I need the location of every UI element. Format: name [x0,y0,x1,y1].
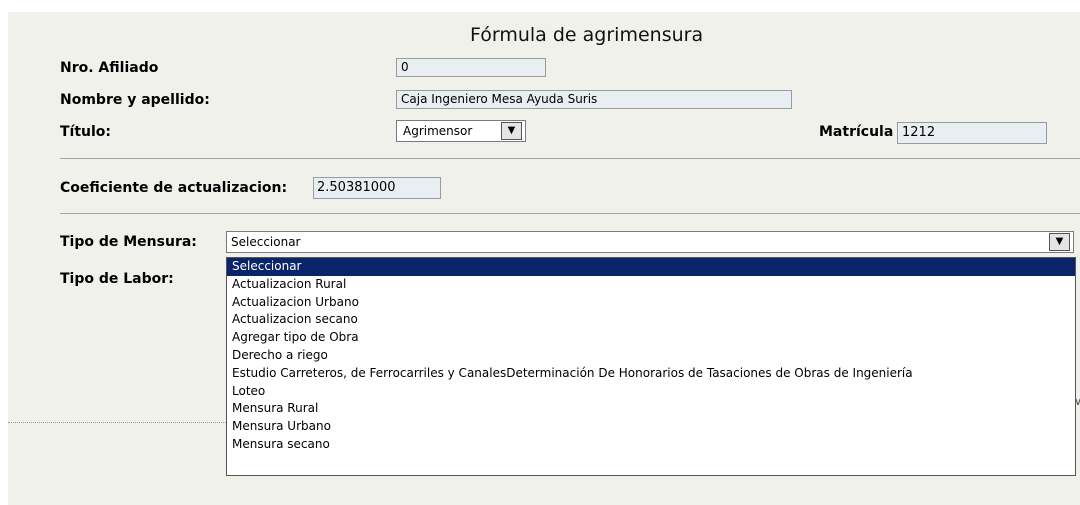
dropdown-option[interactable]: Estudio Carreteros, de Ferrocarriles y C… [227,365,1075,383]
coef-label: Coeficiente de actualizacion: [60,180,288,196]
matricula-label: Matrícula [819,124,894,140]
tipo-mensura-label: Tipo de Mensura: [60,234,197,250]
dropdown-option[interactable]: Loteo [227,383,1075,401]
nombre-label: Nombre y apellido: [60,92,210,108]
tipo-mensura-select[interactable]: Seleccionar ▼ [226,231,1074,253]
dropdown-option[interactable]: Mensura Urbano [227,418,1075,436]
nombre-field[interactable]: Caja Ingeniero Mesa Ayuda Suris [396,90,792,109]
matricula-field[interactable]: 1212 [897,122,1047,144]
titulo-select-value: Agrimensor [403,124,473,138]
tipo-mensura-select-value: Seleccionar [231,235,301,249]
dropdown-option[interactable]: Seleccionar [227,258,1075,276]
tipo-mensura-dropdown-list[interactable]: Seleccionar Actualizacion Rural Actualiz… [226,257,1076,476]
coef-field[interactable]: 2.50381000 [313,177,441,199]
dropdown-option[interactable]: Agregar tipo de Obra [227,329,1075,347]
dropdown-option[interactable]: Actualizacion Urbano [227,294,1075,312]
chevron-down-icon: ∨ [1074,395,1080,408]
dotted-divider [8,422,226,423]
afiliado-field[interactable]: 0 [396,58,546,77]
chevron-down-icon[interactable]: ▼ [501,122,522,140]
dropdown-option[interactable]: Actualizacion secano [227,311,1075,329]
chevron-down-icon[interactable]: ▼ [1049,233,1070,251]
titulo-select[interactable]: Agrimensor ▼ [396,120,526,142]
dropdown-option[interactable]: Mensura Rural [227,400,1075,418]
dropdown-option[interactable]: Derecho a riego [227,347,1075,365]
dropdown-option[interactable]: Actualizacion Rural [227,276,1075,294]
tipo-labor-label: Tipo de Labor: [60,271,174,287]
dropdown-option[interactable]: Mensura secano [227,436,1075,454]
divider [60,213,1080,214]
titulo-label: Título: [60,124,112,140]
divider [60,158,1080,159]
afiliado-label: Nro. Afiliado [60,60,159,76]
page-title: Fórmula de agrimensura [470,24,704,46]
